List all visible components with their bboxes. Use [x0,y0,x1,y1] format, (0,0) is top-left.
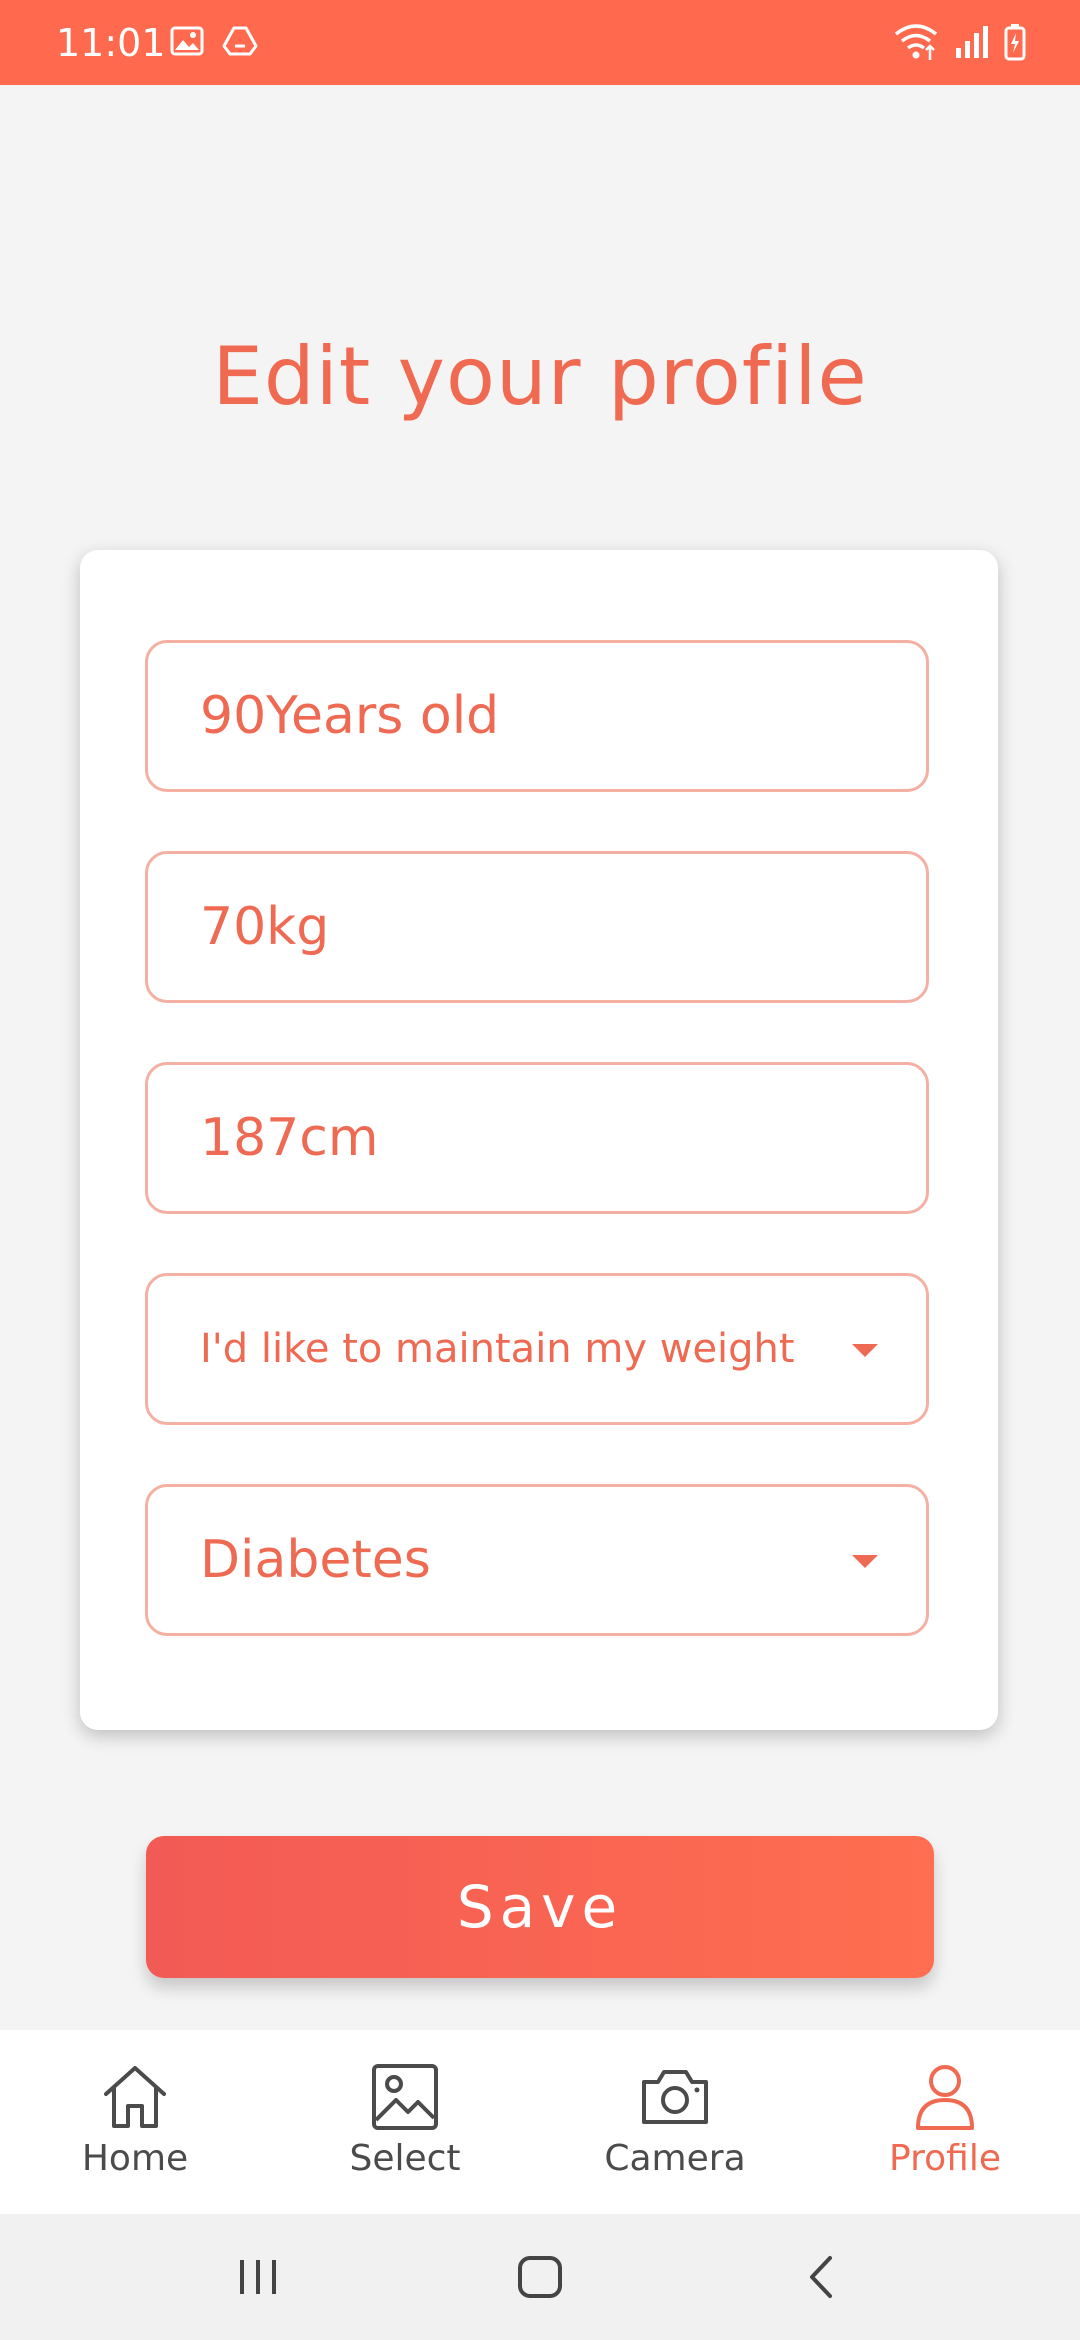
goal-value: I'd like to maintain my weight [200,1326,795,1372]
height-value: 187cm [200,1108,379,1168]
nav-item-select[interactable]: Select [270,2030,540,2214]
nav-label-camera: Camera [604,2138,746,2179]
battery-icon [1004,23,1026,61]
status-bar: 11:01 [0,0,1080,85]
condition-select[interactable]: Diabetes [145,1484,929,1636]
save-button[interactable]: Save [146,1836,934,1978]
height-field[interactable]: 187cm [145,1062,929,1214]
home-circle-icon[interactable] [510,2252,570,2302]
image-icon [170,24,204,58]
back-icon[interactable] [792,2252,852,2302]
drive-icon [222,24,258,58]
nav-label-home: Home [81,2138,189,2179]
bottom-nav: Home Select Camera Profile [0,2030,1080,2214]
signal-icon [954,24,988,60]
system-nav-bar [0,2214,1080,2340]
person-icon [910,2062,980,2132]
camera-icon [640,2062,710,2132]
home-icon [100,2062,170,2132]
condition-value: Diabetes [200,1530,431,1590]
age-value: 90Years old [200,686,500,746]
age-field[interactable]: 90Years old [145,640,929,792]
goal-select[interactable]: I'd like to maintain my weight [145,1273,929,1425]
chevron-down-icon [852,1344,878,1357]
status-right-icons [894,22,1026,62]
chevron-down-icon [852,1555,878,1568]
weight-value: 70kg [200,897,330,957]
nav-item-home[interactable]: Home [0,2030,270,2214]
page-title: Edit your profile [212,330,868,423]
nav-item-profile[interactable]: Profile [810,2030,1080,2214]
nav-label-profile: Profile [889,2138,1001,2179]
nav-label-select: Select [349,2138,461,2179]
status-time: 11:01 [56,21,166,65]
wifi-icon [894,22,938,62]
profile-form-card: 90Years old 70kg 187cm I'd like to maint… [80,550,998,1730]
status-left-icons [170,24,258,58]
image-icon [370,2062,440,2132]
recents-icon[interactable] [228,2252,288,2302]
weight-field[interactable]: 70kg [145,851,929,1003]
nav-item-camera[interactable]: Camera [540,2030,810,2214]
